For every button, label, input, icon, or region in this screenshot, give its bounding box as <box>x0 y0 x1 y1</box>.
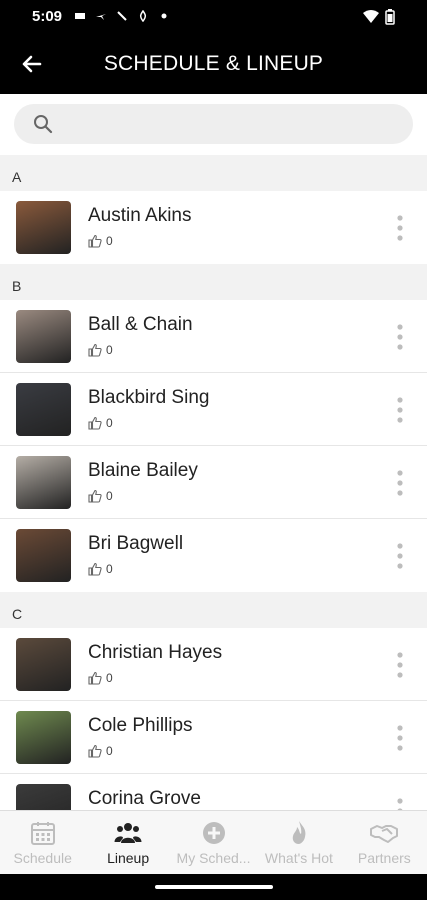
like-count[interactable]: 0 <box>88 343 113 357</box>
artist-sections: A Austin Akins 0 B Ball & Chain 0 Blackbird Si… <box>0 155 427 810</box>
thumbs-up-icon <box>88 489 102 503</box>
artist-row[interactable]: Bri Bagwell 0 <box>0 519 427 592</box>
like-count-value: 0 <box>106 416 113 430</box>
status-notification-icons <box>74 10 170 22</box>
more-options-icon[interactable] <box>391 723 409 753</box>
status-bar: 5:09 <box>0 0 427 34</box>
gesture-bar <box>0 874 427 900</box>
artist-name: Corina Grove <box>88 788 201 809</box>
artist-photo <box>16 201 71 254</box>
nav-label: What's Hot <box>264 850 333 866</box>
nav-item-schedule[interactable]: Schedule <box>0 811 85 874</box>
artist-name: Cole Phillips <box>88 715 193 736</box>
artist-row[interactable]: Ball & Chain 0 <box>0 300 427 373</box>
nav-item-lineup[interactable]: Lineup <box>85 811 170 874</box>
more-options-icon[interactable] <box>391 796 409 810</box>
nav-item-my-sched[interactable]: My Sched... <box>171 811 256 874</box>
people-icon <box>114 823 142 843</box>
artist-row[interactable]: Austin Akins 0 <box>0 191 427 264</box>
fire-icon <box>139 10 147 22</box>
calendar-icon <box>30 822 55 845</box>
wifi-icon <box>363 10 379 23</box>
like-count-value: 0 <box>106 671 113 685</box>
more-options-icon[interactable] <box>391 395 409 425</box>
like-count[interactable]: 0 <box>88 489 113 503</box>
home-gesture-handle[interactable] <box>155 885 273 889</box>
artist-photo <box>16 456 71 509</box>
artist-name: Austin Akins <box>88 205 192 226</box>
artist-row[interactable]: Cole Phillips 0 <box>0 701 427 774</box>
more-options-icon[interactable] <box>391 322 409 352</box>
like-count[interactable]: 0 <box>88 234 113 248</box>
more-options-icon[interactable] <box>391 468 409 498</box>
thumbs-up-icon <box>88 343 102 357</box>
nav-label: Schedule <box>13 850 72 866</box>
like-count[interactable]: 0 <box>88 671 113 685</box>
section-header-b: B <box>0 264 427 300</box>
like-count[interactable]: 0 <box>88 562 113 576</box>
nav-label: Partners <box>357 850 411 866</box>
artist-row[interactable]: Blaine Bailey 0 <box>0 446 427 519</box>
cast-icon <box>75 13 85 19</box>
like-count-value: 0 <box>106 562 113 576</box>
more-options-icon[interactable] <box>391 650 409 680</box>
artist-photo <box>16 383 71 436</box>
status-time: 5:09 <box>32 8 63 25</box>
artist-photo <box>16 310 71 363</box>
section-header-a: A <box>0 155 427 191</box>
thumbs-up-icon <box>88 744 102 758</box>
battery-icon <box>385 9 395 25</box>
artist-row[interactable]: Corina Grove <box>0 774 427 810</box>
bottom-nav: Schedule Lineup My Sched... What's Hot Partn… <box>0 810 427 874</box>
like-count[interactable]: 0 <box>88 416 113 430</box>
like-count[interactable]: 0 <box>88 744 113 758</box>
artist-name: Blaine Bailey <box>88 460 198 481</box>
nav-label: My Sched... <box>176 850 251 866</box>
artist-photo <box>16 711 71 764</box>
artist-photo <box>16 638 71 691</box>
artist-photo <box>16 784 71 810</box>
flame-icon <box>292 821 306 844</box>
thumbs-up-icon <box>88 562 102 576</box>
section-header-c: C <box>0 592 427 628</box>
like-count-value: 0 <box>106 343 113 357</box>
artist-name: Blackbird Sing <box>88 387 210 408</box>
nav-item-what-s-hot[interactable]: What's Hot <box>256 811 341 874</box>
search-bar <box>0 94 427 155</box>
dot-icon <box>161 13 167 19</box>
artist-name: Christian Hayes <box>88 642 223 663</box>
handshake-icon <box>370 825 399 843</box>
like-count-value: 0 <box>106 744 113 758</box>
thumbs-up-icon <box>88 671 102 685</box>
artist-name: Ball & Chain <box>88 314 193 335</box>
status-system-icons <box>363 9 395 25</box>
plus-circle-icon <box>202 822 225 844</box>
thumbs-up-icon <box>88 416 102 430</box>
artist-row[interactable]: Christian Hayes 0 <box>0 628 427 701</box>
artist-row[interactable]: Blackbird Sing 0 <box>0 373 427 446</box>
like-count-value: 0 <box>106 234 113 248</box>
thumbs-up-icon <box>88 234 102 248</box>
nav-item-partners[interactable]: Partners <box>342 811 427 874</box>
artist-photo <box>16 529 71 582</box>
search-box[interactable] <box>14 104 413 144</box>
page-title: SCHEDULE & LINEUP <box>103 52 324 75</box>
more-options-icon[interactable] <box>391 213 409 243</box>
more-options-icon[interactable] <box>391 541 409 571</box>
app-bar: SCHEDULE & LINEUP <box>0 34 427 94</box>
like-count-value: 0 <box>106 489 113 503</box>
lineup-list[interactable]: A Austin Akins 0 B Ball & Chain 0 Blackbird Si… <box>0 94 427 810</box>
artist-name: Bri Bagwell <box>88 533 184 554</box>
nav-label: Lineup <box>107 850 150 866</box>
search-input[interactable] <box>64 104 394 144</box>
search-icon <box>34 115 53 134</box>
plane-icon <box>96 14 106 20</box>
needle-icon <box>117 11 127 21</box>
